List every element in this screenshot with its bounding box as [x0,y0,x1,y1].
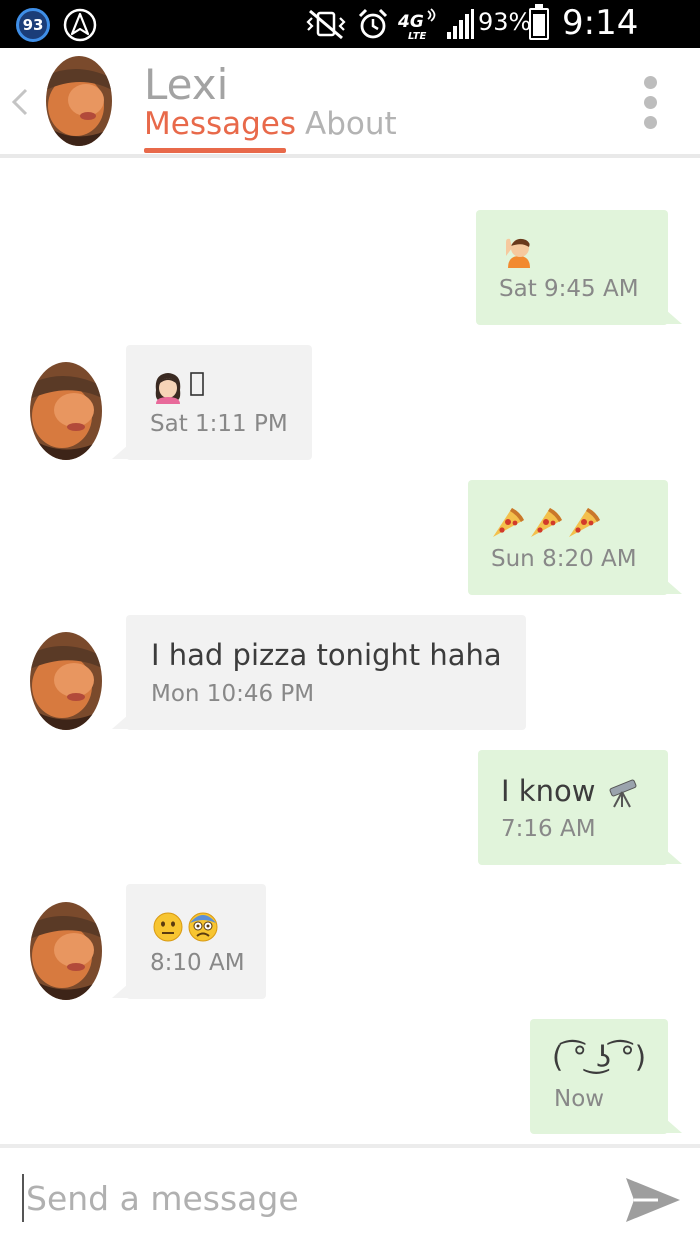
man-raising-hand-emoji [506,238,530,268]
navigation-icon [63,8,97,42]
message-input[interactable] [22,1174,582,1222]
missing-glyph [190,372,204,396]
message-timestamp: Sat 9:45 AM [499,276,639,302]
telescope-emoji [609,779,637,808]
send-icon[interactable] [624,1172,682,1228]
message-text: I know [501,774,596,808]
vibrate-mute-icon [306,9,346,40]
neutral-face-emoji [153,912,183,942]
message-text: ( ͡° ͜ʖ ͡°) [552,1040,647,1074]
message-timestamp: 7:16 AM [501,816,596,842]
message-timestamp: Now [554,1086,605,1112]
alarm-icon [358,8,388,39]
message-bubble[interactable] [126,615,526,730]
message-timestamp: Mon 10:46 PM [151,681,315,707]
contact-avatar[interactable] [46,56,112,146]
message-timestamp: Sat 1:11 PM [150,411,288,437]
conversation-header: Lexi Messages About [0,48,700,158]
woman-emoji [155,373,181,404]
message-bubble[interactable] [530,1019,668,1134]
more-options-icon[interactable] [640,76,660,130]
contact-name: Lexi [144,60,229,109]
message-list: Sat 9:45 AM Sat 1:11 PM Sun 8:20 AM I ha… [0,162,700,1144]
contact-avatar[interactable] [30,902,102,1000]
pizza-emoji [531,508,562,537]
signal-strength-icon [447,9,474,39]
tab-about[interactable]: About [305,106,397,142]
tab-messages[interactable]: Messages [144,106,296,142]
message-timestamp: 8:10 AM [150,950,245,976]
message-incoming: 8:10 AM [0,882,700,1012]
message-incoming: Sat 1:11 PM [0,332,700,472]
status-bar: 93 4G LTE 93% 9:14 AM [0,0,700,83]
contact-avatar[interactable] [30,362,102,460]
message-incoming: I had pizza tonight haha Mon 10:46 PM [0,612,700,742]
battery-percentage: 93% [478,8,532,36]
battery-icon [529,4,549,40]
message-outgoing: I know 7:16 AM [0,742,700,882]
notification-count-badge: 93 [16,8,50,42]
pizza-emoji [569,508,600,537]
message-outgoing: Sun 8:20 AM [0,472,700,612]
message-outgoing: Sat 9:45 AM [0,162,700,332]
message-outgoing: ( ͡° ͜ʖ ͡°) Now [0,1012,700,1144]
svg-text:LTE: LTE [408,31,427,41]
back-chevron-icon[interactable] [6,82,36,122]
svg-text:4G: 4G [398,12,424,32]
status-icons: 4G LTE [304,6,474,42]
fearful-face-emoji [188,912,218,942]
message-timestamp: Sun 8:20 AM [491,546,637,572]
4g-lte-icon: 4G LTE [398,8,436,41]
composer-bar [0,1144,700,1244]
message-text: I had pizza tonight haha [151,638,502,672]
contact-avatar[interactable] [30,632,102,730]
active-tab-indicator [144,148,286,153]
pizza-emoji [493,508,524,537]
